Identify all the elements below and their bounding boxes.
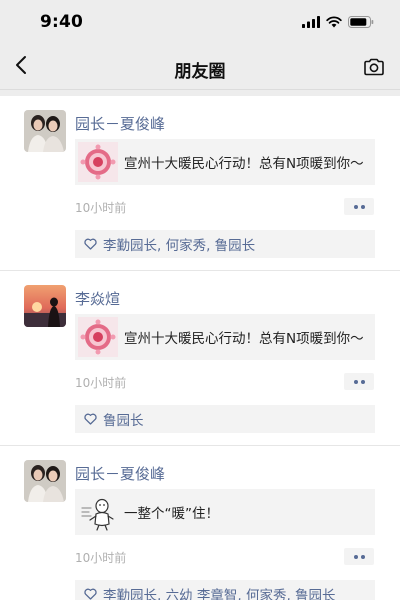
more-actions-button[interactable] <box>344 198 374 215</box>
post-author[interactable]: 李焱煊 <box>75 288 120 309</box>
article-thumbnail <box>78 142 118 182</box>
more-actions-button[interactable] <box>344 373 374 390</box>
article-thumbnail <box>78 317 118 357</box>
likes-list[interactable]: 李勤园长, 六幼 李章智, 何家秀, 鲁园长 <box>103 584 336 600</box>
likes-bar: 李勤园长, 何家秀, 鲁园长 <box>75 230 375 258</box>
post-time: 10小时前 <box>75 376 127 390</box>
post-time: 10小时前 <box>75 201 127 215</box>
page-title: 朋友圈 <box>174 62 226 82</box>
status-bar: 9:40 <box>0 0 400 44</box>
post-author[interactable]: 园长－夏俊峰 <box>75 113 165 134</box>
status-time: 9:40 <box>40 12 84 32</box>
dot-icon <box>360 379 365 384</box>
camera-icon <box>362 58 386 83</box>
heart-icon <box>84 410 97 429</box>
article-thumbnail <box>78 492 118 532</box>
dot-icon <box>353 379 358 384</box>
avatar[interactable] <box>24 110 66 152</box>
heart-icon <box>84 585 97 600</box>
camera-button[interactable] <box>362 55 386 79</box>
post-time: 10小时前 <box>75 551 127 565</box>
heart-icon <box>84 235 97 254</box>
moment-post: 园长－夏俊峰 一整个“暖”住！ 10小时前 李勤园长, 六幼 李章智, 何家秀,… <box>0 446 400 600</box>
more-actions-button[interactable] <box>344 548 374 565</box>
likes-list[interactable]: 李勤园长, 何家秀, 鲁园长 <box>103 234 255 254</box>
likes-bar: 鲁园长 <box>75 405 375 433</box>
article-title: 宣州十大暖民心行动！总有N项暖到你～ <box>124 331 364 347</box>
moment-post: 园长－夏俊峰 宣州十大暖民心行动！总有N项暖到你～ 10小时前 李勤园长, 何家… <box>0 96 400 271</box>
article-title: 一整个“暖”住！ <box>124 506 219 522</box>
nav-bar: 朋友圈 <box>0 44 400 90</box>
signal-icon <box>302 13 320 32</box>
post-author[interactable]: 园长－夏俊峰 <box>75 463 165 484</box>
likes-list[interactable]: 鲁园长 <box>103 409 144 429</box>
moment-post: 李焱煊 宣州十大暖民心行动！总有N项暖到你～ 10小时前 鲁园长 <box>0 271 400 446</box>
moments-feed: 园长－夏俊峰 宣州十大暖民心行动！总有N项暖到你～ 10小时前 李勤园长, 何家… <box>0 96 400 600</box>
shared-article-card[interactable]: 宣州十大暖民心行动！总有N项暖到你～ <box>75 139 375 185</box>
wifi-icon <box>326 13 342 32</box>
article-title: 宣州十大暖民心行动！总有N项暖到你～ <box>124 156 364 172</box>
battery-icon <box>348 13 374 32</box>
dot-icon <box>360 204 365 209</box>
status-icons <box>302 15 374 29</box>
shared-article-card[interactable]: 宣州十大暖民心行动！总有N项暖到你～ <box>75 314 375 360</box>
avatar[interactable] <box>24 460 66 502</box>
dot-icon <box>360 554 365 559</box>
likes-bar: 李勤园长, 六幼 李章智, 何家秀, 鲁园长 <box>75 580 375 600</box>
dot-icon <box>353 204 358 209</box>
shared-article-card[interactable]: 一整个“暖”住！ <box>75 489 375 535</box>
avatar[interactable] <box>24 285 66 327</box>
dot-icon <box>353 554 358 559</box>
